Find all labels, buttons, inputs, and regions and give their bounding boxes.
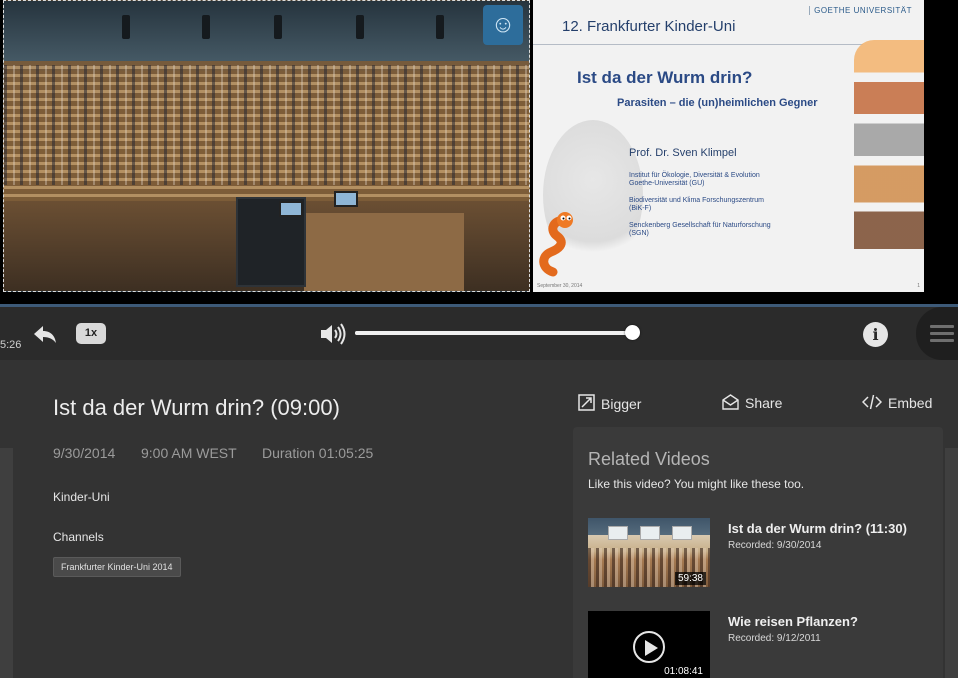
worm-illustration-icon (539, 212, 573, 277)
rewind-button[interactable] (32, 321, 58, 347)
cartoon-faces-illustration (854, 40, 924, 272)
slide-footer-date: September 30, 2014 (537, 283, 583, 289)
code-icon (862, 394, 882, 410)
related-video-recorded: Recorded: 9/30/2014 (728, 540, 822, 551)
slide-video-frame[interactable]: 12. Frankfurter Kinder-Uni GOETHE UNIVER… (533, 0, 924, 292)
university-logo: GOETHE UNIVERSITÄT (809, 6, 912, 15)
volume-slider[interactable] (355, 325, 641, 340)
related-video-thumbnail[interactable]: 01:08:41 (588, 611, 710, 678)
expand-icon (578, 394, 595, 411)
related-video-duration: 59:38 (674, 572, 706, 585)
menu-button[interactable] (916, 307, 958, 360)
camera-video-frame[interactable]: ☺ (3, 0, 530, 292)
share-label: Share (745, 395, 783, 411)
video-title: Ist da der Wurm drin? (09:00) (53, 395, 340, 420)
player-controls: 5:26 1x i (0, 307, 958, 360)
video-category[interactable]: Kinder-Uni (53, 490, 110, 504)
embed-button[interactable]: Embed (862, 394, 932, 411)
volume-button[interactable] (319, 322, 346, 346)
related-videos-heading: Related Videos (588, 449, 710, 469)
goethe-logo-icon: ☺ (483, 5, 523, 45)
current-time: 5:26 (0, 339, 22, 351)
volume-slider-handle[interactable] (625, 325, 641, 340)
share-button[interactable]: Share (722, 394, 782, 411)
hamburger-icon (930, 325, 954, 328)
bigger-button[interactable]: Bigger (578, 394, 641, 412)
info-button[interactable]: i (863, 322, 888, 347)
related-video-recorded: Recorded: 9/12/2011 (728, 633, 821, 644)
video-date: 9/30/2014 (53, 445, 116, 461)
related-video-thumbnail[interactable]: 59:38 (588, 518, 710, 587)
channel-tag[interactable]: Frankfurter Kinder-Uni 2014 (53, 557, 181, 577)
related-video-item[interactable]: 59:38 Ist da der Wurm drin? (11:30) Reco… (588, 518, 928, 590)
video-info-panel: Ist da der Wurm drin? (09:00) 9/30/2014 … (0, 360, 958, 678)
related-video-duration: 01:08:41 (661, 665, 706, 678)
embed-label: Embed (888, 395, 933, 411)
related-video-title[interactable]: Ist da der Wurm drin? (11:30) (728, 521, 907, 536)
playback-speed-button[interactable]: 1x (76, 323, 106, 344)
video-time: 9:00 AM WEST (141, 445, 237, 461)
reply-arrow-icon (34, 326, 56, 343)
envelope-icon (722, 394, 739, 410)
speaker-icon (321, 323, 346, 345)
slide-presenter: Prof. Dr. Sven Klimpel (629, 147, 737, 159)
volume-fill (355, 331, 633, 335)
slide-affiliation: Institut für Ökologie, Diversität & Evol… (629, 172, 760, 187)
related-video-item[interactable]: 01:08:41 Wie reisen Pflanzen? Recorded: … (588, 611, 928, 678)
related-videos-panel: Related Videos Like this video? You migh… (573, 427, 943, 678)
hall-audience (4, 65, 529, 185)
slide-subtitle: Parasiten – die (un)heimlichen Gegner (617, 97, 818, 109)
panel-left-border (0, 448, 13, 678)
video-stage[interactable]: ☺ 12. Frankfurter Kinder-Uni GOETHE UNIV… (0, 0, 958, 304)
laptop-icon (279, 201, 303, 217)
slide-page-number: 1 (917, 283, 920, 289)
related-videos-subtitle: Like this video? You might like these to… (588, 477, 805, 491)
bigger-label: Bigger (601, 396, 642, 412)
laptop-icon (334, 191, 358, 207)
slide-affiliation: Biodiversität und Klima Forschungszentru… (629, 197, 765, 212)
panel-right-border (945, 448, 958, 678)
video-duration: Duration 01:05:25 (262, 445, 374, 461)
related-video-title[interactable]: Wie reisen Pflanzen? (728, 614, 858, 629)
lecture-desk (304, 213, 464, 291)
slide-affiliation: Senckenberg Gesellschaft für Naturforsch… (629, 222, 771, 237)
slide-divider (533, 44, 863, 45)
channels-heading: Channels (53, 530, 104, 544)
slide-header: 12. Frankfurter Kinder-Uni (562, 18, 736, 35)
play-icon[interactable] (633, 631, 665, 663)
slide-title: Ist da der Wurm drin? (577, 68, 753, 87)
